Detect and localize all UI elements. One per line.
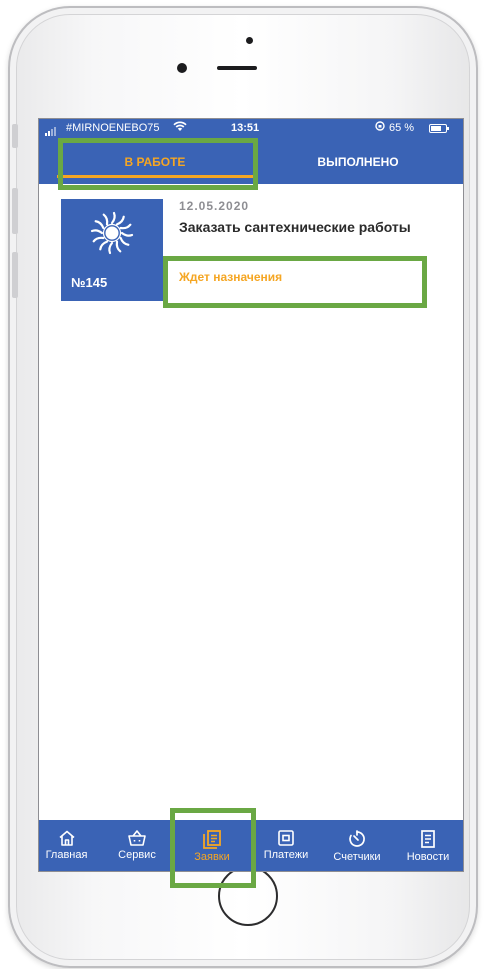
bottom-navigation: Главная Сервис Заявки Платежи Счетчики Н… (39, 820, 463, 871)
battery-percent: 65 % (389, 122, 415, 134)
tab-completed-label: ВЫПОЛНЕНО (317, 155, 399, 169)
basket-icon (128, 830, 146, 846)
carrier-name: #MIRNOENEBO75 (66, 122, 160, 134)
nav-service-label: Сервис (118, 849, 156, 861)
volume-down-button (12, 252, 18, 298)
request-title[interactable]: Заказать сантехнические работы (179, 220, 419, 235)
nav-meters-label: Счетчики (333, 851, 381, 863)
tab-in-progress-label: В РАБОТЕ (124, 155, 186, 169)
signal-icon (45, 124, 57, 136)
mute-switch (12, 124, 18, 148)
request-date: 12.05.2020 (179, 199, 250, 213)
home-icon (58, 830, 75, 846)
earpiece-speaker (217, 66, 257, 70)
sun-logo-icon (90, 211, 134, 255)
tab-in-progress[interactable]: В РАБОТЕ (57, 149, 253, 184)
news-icon (421, 830, 435, 848)
nav-payments-label: Платежи (263, 849, 309, 861)
nav-requests-label: Заявки (194, 851, 230, 863)
tab-completed[interactable]: ВЫПОЛНЕНО (263, 149, 453, 184)
nav-item-service[interactable]: Сервис (109, 820, 165, 871)
nav-item-meters[interactable]: Счетчики (324, 820, 390, 871)
nav-news-label: Новости (406, 851, 450, 863)
wifi-icon (173, 120, 187, 135)
wallet-icon (278, 830, 294, 846)
front-camera (177, 63, 187, 73)
meter-icon (349, 830, 365, 847)
nav-item-payments[interactable]: Платежи (255, 820, 317, 871)
status-bar: #MIRNOENEBO75 13:51 65 % (39, 119, 463, 139)
requests-icon (203, 830, 221, 849)
rotation-lock-icon (375, 121, 385, 134)
nav-item-requests[interactable]: Заявки (182, 820, 242, 871)
volume-up-button (12, 188, 18, 234)
nav-item-home[interactable]: Главная (39, 820, 94, 871)
battery-icon (429, 124, 449, 133)
nav-item-news[interactable]: Новости (397, 820, 459, 871)
request-status: Ждет назначения (179, 270, 283, 284)
app-screen: #MIRNOENEBO75 13:51 65 % В РАБОТЕ ВЫПОЛН… (38, 118, 464, 872)
home-button[interactable] (218, 866, 278, 926)
top-bar: #MIRNOENEBO75 13:51 65 % В РАБОТЕ ВЫПОЛН… (39, 119, 463, 184)
nav-home-label: Главная (45, 849, 88, 861)
status-time: 13:51 (231, 122, 260, 134)
proximity-sensor (246, 37, 253, 44)
request-card-thumbnail[interactable]: №145 (61, 199, 163, 301)
request-number: №145 (71, 275, 108, 290)
active-tab-indicator (57, 175, 253, 178)
